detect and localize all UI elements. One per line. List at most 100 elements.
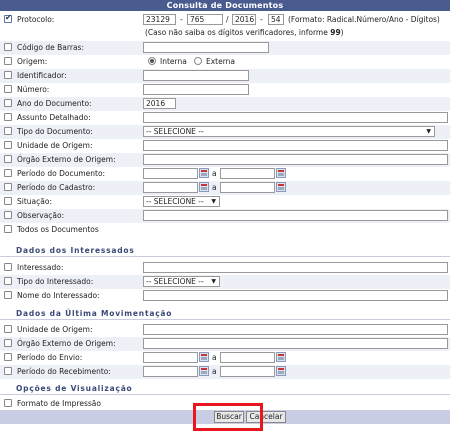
- origem-checkbox[interactable]: [4, 57, 12, 65]
- section-interessados: Dados dos Interessados: [0, 244, 450, 257]
- tipo-interessado-label: Tipo do Interessado:: [17, 277, 94, 286]
- observacao-row: Observação:: [0, 209, 450, 223]
- nome-interessado-checkbox[interactable]: [4, 291, 12, 299]
- chevron-down-icon: ▼: [426, 128, 431, 135]
- assunto-label: Assunto Detalhado:: [17, 113, 91, 122]
- nome-interessado-label: Nome do Interessado:: [17, 291, 100, 300]
- observacao-checkbox[interactable]: [4, 211, 12, 219]
- tipo-documento-checkbox[interactable]: [4, 127, 12, 135]
- tipo-interessado-select[interactable]: -- SELECIONE -- ▼: [143, 276, 220, 287]
- formato-impressao-checkbox[interactable]: [4, 399, 12, 407]
- periodo-recebimento-fim-input[interactable]: [220, 366, 275, 377]
- tipo-interessado-row: Tipo do Interessado: -- SELECIONE -- ▼: [0, 275, 450, 289]
- calendar-icon[interactable]: [199, 182, 209, 192]
- tipo-documento-select[interactable]: -- SELECIONE -- ▼: [143, 126, 435, 137]
- protocolo-row: Protocolo: 23129 - 765 / 2016 - 54 (Form…: [0, 13, 450, 27]
- protocolo-ano-input[interactable]: 2016: [232, 14, 256, 25]
- calendar-icon[interactable]: [276, 168, 286, 178]
- periodo-documento-fim-input[interactable]: [220, 168, 275, 179]
- interessado-input[interactable]: [143, 262, 448, 273]
- mov-orgao-externo-label: Órgão Externo de Origem:: [17, 339, 116, 348]
- calendar-icon[interactable]: [276, 352, 286, 362]
- unidade-origem-input[interactable]: [143, 140, 448, 151]
- assunto-input[interactable]: [143, 112, 448, 123]
- mov-unidade-origem-checkbox[interactable]: [4, 325, 12, 333]
- cancelar-button[interactable]: Cancelar: [246, 411, 286, 423]
- periodo-recebimento-label: Período do Recebimento:: [17, 367, 111, 376]
- identificador-input[interactable]: [143, 70, 249, 81]
- periodo-documento-a: a: [212, 169, 217, 178]
- periodo-cadastro-inicio-input[interactable]: [143, 182, 198, 193]
- protocolo-label: Protocolo:: [17, 15, 55, 24]
- protocolo-checkbox[interactable]: [4, 13, 12, 23]
- todos-documentos-label: Todos os Documentos: [17, 225, 99, 234]
- periodo-recebimento-inicio-input[interactable]: [143, 366, 198, 377]
- numero-input[interactable]: [143, 84, 249, 95]
- tipo-interessado-checkbox[interactable]: [4, 277, 12, 285]
- mov-unidade-origem-input[interactable]: [143, 324, 448, 335]
- formato-impressao-label: Formato de Impressão: [17, 399, 101, 408]
- nome-interessado-input[interactable]: [143, 290, 448, 301]
- mov-unidade-origem-label: Unidade de Origem:: [17, 325, 93, 334]
- ano-documento-label: Ano do Documento:: [17, 99, 92, 108]
- periodo-cadastro-a: a: [212, 183, 217, 192]
- unidade-origem-checkbox[interactable]: [4, 141, 12, 149]
- periodo-recebimento-a: a: [212, 367, 217, 376]
- protocolo-help-row: (Caso não saiba os dígitos verificadores…: [0, 27, 450, 39]
- todos-documentos-checkbox[interactable]: [4, 225, 12, 233]
- orgao-externo-input[interactable]: [143, 154, 448, 165]
- periodo-recebimento-checkbox[interactable]: [4, 367, 12, 375]
- interessado-label: Interessado:: [17, 263, 64, 272]
- unidade-origem-row: Unidade de Origem:: [0, 139, 450, 153]
- periodo-envio-row: Período do Envio: a: [0, 351, 450, 365]
- periodo-envio-fim-input[interactable]: [220, 352, 275, 363]
- periodo-cadastro-label: Período do Cadastro:: [17, 183, 96, 192]
- periodo-envio-label: Período do Envio:: [17, 353, 83, 362]
- situacao-select[interactable]: -- SELECIONE -- ▼: [143, 196, 220, 207]
- situacao-checkbox[interactable]: [4, 197, 12, 205]
- assunto-row: Assunto Detalhado:: [0, 111, 450, 125]
- protocolo-sep2: /: [226, 15, 229, 24]
- interessado-row: Interessado:: [0, 261, 450, 275]
- chevron-down-icon: ▼: [211, 198, 216, 205]
- identificador-checkbox[interactable]: [4, 71, 12, 79]
- mov-orgao-externo-checkbox[interactable]: [4, 339, 12, 347]
- periodo-cadastro-checkbox[interactable]: [4, 183, 12, 191]
- form-footer: Buscar Cancelar: [0, 410, 450, 424]
- calendar-icon[interactable]: [199, 366, 209, 376]
- calendar-icon[interactable]: [199, 352, 209, 362]
- mov-orgao-externo-input[interactable]: [143, 338, 448, 349]
- periodo-envio-inicio-input[interactable]: [143, 352, 198, 363]
- codigo-barras-checkbox[interactable]: [4, 43, 12, 51]
- protocolo-numero-input[interactable]: 765: [187, 14, 223, 25]
- protocolo-digitos-input[interactable]: 54: [268, 14, 284, 25]
- todos-documentos-row: Todos os Documentos: [0, 223, 450, 237]
- periodo-cadastro-row: Período do Cadastro: a: [0, 181, 450, 195]
- periodo-envio-checkbox[interactable]: [4, 353, 12, 361]
- calendar-icon[interactable]: [276, 366, 286, 376]
- ano-documento-checkbox[interactable]: [4, 99, 12, 107]
- mov-orgao-externo-row: Órgão Externo de Origem:: [0, 337, 450, 351]
- orgao-externo-label: Órgão Externo de Origem:: [17, 155, 116, 164]
- calendar-icon[interactable]: [276, 182, 286, 192]
- assunto-checkbox[interactable]: [4, 113, 12, 121]
- buscar-button[interactable]: Buscar: [214, 411, 244, 423]
- numero-checkbox[interactable]: [4, 85, 12, 93]
- orgao-externo-checkbox[interactable]: [4, 155, 12, 163]
- protocolo-sep1: -: [180, 15, 183, 24]
- origem-externa-radio[interactable]: [194, 57, 202, 65]
- calendar-icon[interactable]: [199, 168, 209, 178]
- ano-documento-input[interactable]: 2016: [143, 98, 176, 109]
- codigo-barras-input[interactable]: [143, 42, 269, 53]
- observacao-input[interactable]: [143, 210, 448, 221]
- identificador-label: Identificador:: [17, 71, 67, 80]
- origem-label: Origem:: [17, 57, 48, 66]
- origem-interna-radio[interactable]: [148, 57, 156, 65]
- numero-row: Número:: [0, 83, 450, 97]
- periodo-documento-inicio-input[interactable]: [143, 168, 198, 179]
- identificador-row: Identificador:: [0, 69, 450, 83]
- periodo-cadastro-fim-input[interactable]: [220, 182, 275, 193]
- protocolo-radical-input[interactable]: 23129: [143, 14, 176, 25]
- periodo-documento-checkbox[interactable]: [4, 169, 12, 177]
- interessado-checkbox[interactable]: [4, 263, 12, 271]
